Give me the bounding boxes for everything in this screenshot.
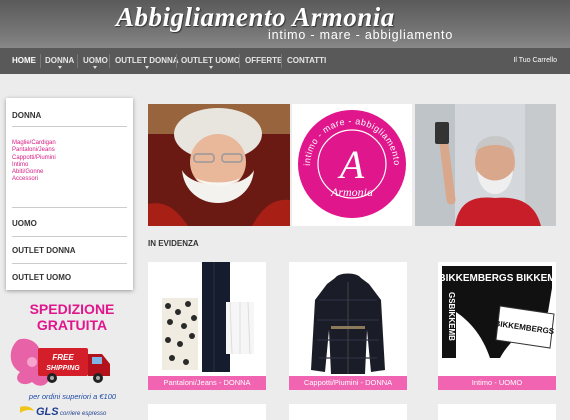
santa-photo	[148, 104, 290, 226]
chevron-down-icon	[57, 66, 62, 69]
product-image-pants	[156, 262, 258, 376]
sidebar-divider	[12, 207, 127, 208]
chevron-down-icon	[144, 66, 149, 69]
brand-print-side: GSBIKKEMB	[447, 292, 456, 341]
nav-divider	[239, 54, 240, 68]
product-card-partial[interactable]	[289, 404, 407, 420]
santa-banner-image[interactable]	[148, 104, 290, 226]
nav-divider	[109, 54, 110, 68]
nav-item-label: DONNA	[45, 56, 75, 65]
sidebar-item-donna[interactable]: DONNA	[12, 111, 41, 120]
cart-link[interactable]: Il Tuo Carrello	[513, 57, 557, 64]
featured-section-title: IN EVIDENZA	[148, 239, 199, 248]
category-sidebar: DONNA Maglie/Cardigan Pantaloni/Jeans Ca…	[6, 98, 133, 290]
sidebar-subitem-maglie[interactable]: Maglie/Cardigan	[12, 140, 56, 147]
nav-item-outlet-donna[interactable]: OUTLET DONNA	[115, 48, 179, 74]
nav-divider	[40, 54, 41, 68]
gls-logo-text: GLS	[36, 406, 59, 418]
man-selfie-photo	[415, 104, 556, 226]
man-selfie-banner-image[interactable]	[415, 104, 556, 226]
badge-name: Armonia	[330, 185, 373, 199]
product-image-underwear: BIKKEMBERGS BIKKEM GSBIKKEMB BIKKEMBERGS	[438, 262, 556, 376]
free-shipping-banner[interactable]: SPEDIZIONE GRATUITA FREE SHIPPING per or…	[0, 296, 140, 420]
nav-item-donna[interactable]: DONNA	[45, 48, 74, 74]
chevron-down-icon	[208, 66, 213, 69]
truck-text-free: FREE	[52, 353, 74, 362]
nav-item-label: HOME	[12, 56, 36, 65]
product-label: Pantaloni/Jeans - DONNA	[148, 376, 266, 390]
nav-item-label: OFFERTE	[245, 56, 283, 65]
nav-item-home[interactable]: HOME	[12, 48, 36, 74]
sidebar-divider	[12, 263, 127, 264]
brand-print-top: BIKKEMBERGS BIKKEM	[438, 273, 555, 284]
sidebar-subitem-abiti[interactable]: Abiti/Gonne	[12, 169, 56, 176]
sidebar-item-outlet-donna[interactable]: OUTLET DONNA	[12, 246, 76, 255]
product-image-coat	[299, 270, 397, 376]
nav-item-label: CONTATTI	[287, 56, 327, 65]
promo-title-line1: SPEDIZIONE	[29, 301, 115, 317]
sidebar-item-uomo[interactable]: UOMO	[12, 219, 37, 228]
badge-letter: A	[337, 142, 365, 187]
promo-title-line2: GRATUITA	[36, 317, 108, 333]
sidebar-item-outlet-uomo[interactable]: OUTLET UOMO	[12, 273, 71, 282]
product-card-partial[interactable]	[148, 404, 266, 420]
product-card-cappotti[interactable]: Cappotti/Piumini - DONNA	[289, 262, 407, 390]
site-header: Abbigliamento Armonia intimo - mare - ab…	[0, 0, 570, 48]
nav-item-contatti[interactable]: CONTATTI	[287, 48, 326, 74]
product-card-pantaloni[interactable]: Pantaloni/Jeans - DONNA	[148, 262, 266, 390]
sidebar-divider	[12, 126, 127, 127]
armonia-logo: intimo - mare - abbigliamento A Armonia	[298, 110, 406, 218]
nav-item-label: OUTLET DONNA	[115, 56, 179, 65]
truck-text-shipping: SHIPPING	[46, 365, 80, 372]
chevron-down-icon	[93, 66, 98, 69]
delivery-truck-icon: FREE SHIPPING	[10, 338, 110, 386]
nav-item-offerte[interactable]: OFFERTE	[245, 48, 282, 74]
nav-divider	[176, 54, 177, 68]
nav-item-uomo[interactable]: UOMO	[83, 48, 108, 74]
product-label: Intimo - UOMO	[438, 376, 556, 390]
gls-logo: GLS corriere espresso	[20, 406, 107, 418]
page: Abbigliamento Armonia intimo - mare - ab…	[0, 0, 570, 420]
promo-note: per ordini superiori a €100	[28, 392, 117, 401]
nav-item-outlet-uomo[interactable]: OUTLET UOMO	[181, 48, 240, 74]
gls-logo-subtext: corriere espresso	[60, 411, 107, 417]
product-card-partial[interactable]	[438, 404, 556, 420]
product-label: Cappotti/Piumini - DONNA	[289, 376, 407, 390]
armonia-badge-banner[interactable]: intimo - mare - abbigliamento A Armonia	[292, 104, 412, 226]
sidebar-subitem-accessori[interactable]: Accessori	[12, 176, 56, 183]
nav-divider	[77, 54, 78, 68]
nav-item-label: OUTLET UOMO	[181, 56, 241, 65]
sidebar-divider	[12, 236, 127, 237]
main-nav: HOME DONNA UOMO OUTLET DONNA OUTLET UOMO…	[0, 48, 570, 74]
product-card-intimo-uomo[interactable]: BIKKEMBERGS BIKKEM GSBIKKEMB BIKKEMBERGS…	[438, 262, 556, 390]
sidebar-subitem-intimo[interactable]: Intimo	[12, 162, 56, 169]
nav-item-label: UOMO	[83, 56, 108, 65]
sidebar-subitem-cappotti[interactable]: Cappotti/Piumini	[12, 155, 56, 162]
site-logo-subtitle: intimo - mare - abbigliamento	[268, 28, 454, 42]
sidebar-subitem-pantaloni[interactable]: Pantaloni/Jeans	[12, 147, 56, 154]
nav-divider	[281, 54, 282, 68]
sidebar-subcategory-list: Maglie/Cardigan Pantaloni/Jeans Cappotti…	[12, 140, 56, 184]
